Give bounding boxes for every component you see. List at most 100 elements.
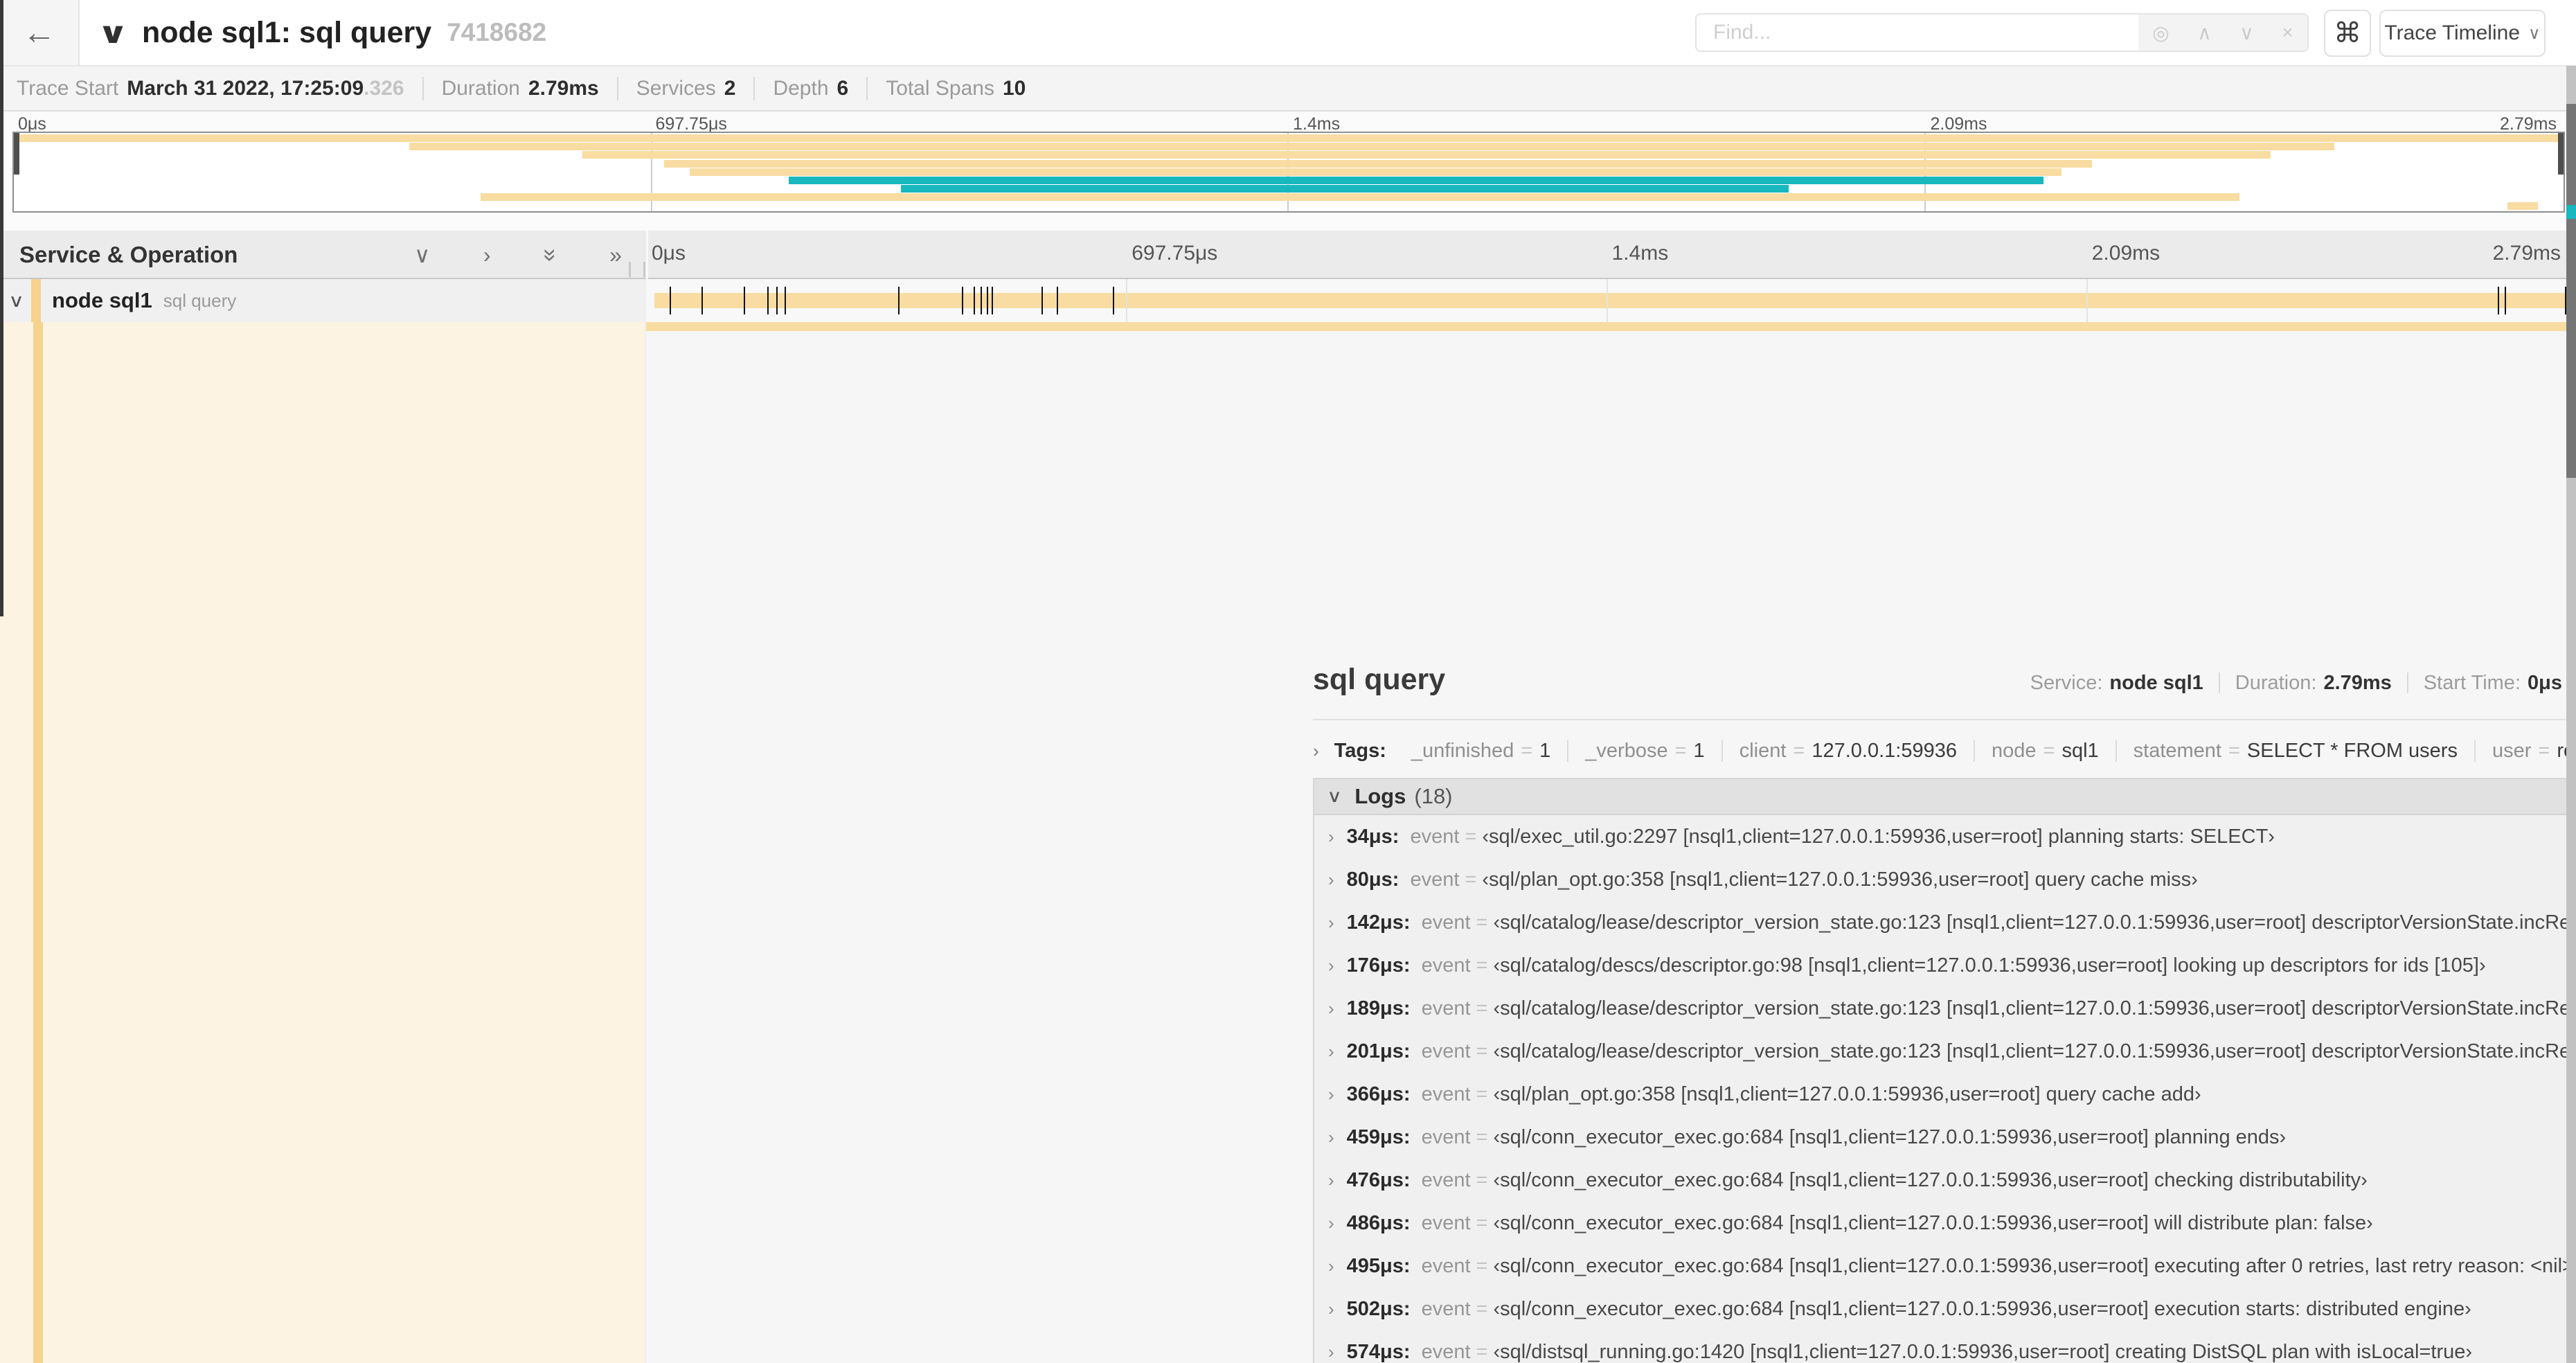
log-event-key: event (1421, 1040, 1471, 1062)
log-equals: = (1465, 868, 1477, 891)
log-row[interactable]: › 201μs: event = ‹sql/catalog/lease/descript… (1314, 1030, 2576, 1073)
log-timestamp: 189μs: (1346, 997, 1411, 1019)
clear-icon[interactable]: × (2282, 21, 2293, 44)
span-detail-accent-bar (646, 322, 2576, 331)
log-event-tick (1041, 287, 1043, 314)
back-button[interactable]: ← (0, 0, 80, 65)
depth-value: 6 (837, 76, 849, 100)
logs-title: Logs (1354, 784, 1406, 808)
log-equals: = (1476, 1168, 1488, 1191)
span-duration-bar[interactable] (654, 293, 2569, 308)
log-event-tick (962, 287, 964, 314)
trace-title: node sql1: sql query 7418682 (142, 0, 546, 65)
view-selector-button[interactable]: Trace Timeline ∨ (2379, 10, 2546, 57)
total-spans-label: Total Spans (886, 76, 994, 100)
log-row[interactable]: › 366μs: event = ‹sql/plan_opt.go:358 [nsql1… (1314, 1073, 2576, 1116)
log-event-tick (1057, 287, 1059, 314)
start-time-label: Start Time: (2423, 671, 2521, 694)
expand-all-icon[interactable]: » (609, 242, 622, 268)
duration-value: 2.79ms (528, 76, 599, 100)
log-equals: = (1476, 911, 1488, 934)
command-icon: ⌘ (2334, 18, 2361, 48)
tag-value: 127.0.0.1:59936 (1812, 739, 1957, 762)
log-event-tick (981, 287, 983, 314)
chevron-down-icon[interactable]: ∨ (8, 290, 24, 312)
tag-equals: = (1674, 739, 1687, 762)
ruler-tick-label: 2.09ms (2091, 242, 2161, 265)
expand-one-icon[interactable]: › (483, 242, 491, 268)
log-equals: = (1476, 1254, 1488, 1277)
minimap-span-bar (789, 177, 2043, 184)
minimap-viewport-left-handle[interactable] (14, 133, 19, 175)
log-row[interactable]: › 476μs: event = ‹sql/conn_executor_exec.go:… (1314, 1159, 2576, 1202)
find-input[interactable]: Find... (1695, 13, 2138, 52)
trace-stats-bar: Trace Start March 31 2022, 17:25:09.326 … (0, 66, 2576, 112)
log-row[interactable]: › 142μs: event = ‹sql/catalog/lease/descript… (1314, 901, 2576, 944)
tag-equals: = (1793, 739, 1805, 762)
collapse-one-icon[interactable]: ∨ (414, 242, 430, 268)
trace-collapse-chevron-icon[interactable]: ∨ (97, 0, 129, 65)
scrollbar-teal-mark (2566, 205, 2576, 219)
log-timestamp: 486μs: (1346, 1211, 1411, 1234)
collapse-all-icon[interactable]: » (537, 249, 564, 262)
log-row[interactable]: › 486μs: event = ‹sql/conn_executor_exec.go:… (1314, 1202, 2576, 1245)
log-row[interactable]: › 80μs: event = ‹sql/plan_opt.go:358 [nsql1,… (1314, 858, 2576, 901)
tags-row[interactable]: › Tags: _unfinished = 1 _verbose = 1 client = 12… (1313, 733, 2576, 769)
chevron-down-icon[interactable]: ∨ (2239, 21, 2254, 44)
chevron-down-icon: ∨ (1327, 787, 1343, 806)
log-row[interactable]: › 574μs: event = ‹sql/distsql_running.go:142… (1314, 1330, 2576, 1363)
log-event-key: event (1421, 1211, 1471, 1234)
keyboard-shortcuts-button[interactable]: ⌘ (2324, 10, 2371, 57)
chevron-up-icon[interactable]: ∧ (2197, 21, 2212, 44)
chevron-right-icon: › (1328, 1083, 1334, 1105)
log-event-tick (991, 287, 993, 314)
chevron-right-icon: › (1328, 997, 1334, 1019)
scrollbar-thumb[interactable] (2566, 104, 2576, 478)
minimap-viewport-right-handle[interactable] (2558, 133, 2564, 175)
span-row-label[interactable]: ∨ node sql1 sql query (0, 279, 646, 322)
span-detail-meta: Service: node sql1 Duration: 2.79ms Star… (2030, 663, 2562, 703)
log-event-key: event (1421, 1254, 1471, 1277)
chevron-right-icon: › (1328, 1040, 1334, 1062)
log-event-tick (669, 287, 671, 314)
column-resize-handle[interactable] (629, 262, 645, 277)
log-event-tick (986, 287, 988, 314)
minimap-canvas[interactable] (12, 132, 2565, 213)
tag-item: client = 127.0.0.1:59936 (1739, 740, 1957, 763)
log-message: ‹sql/catalog/lease/descriptor_version_st… (1493, 1040, 2576, 1062)
view-selector-label: Trace Timeline (2384, 21, 2521, 44)
timeline-ruler: 0μs 697.75μs 1.4ms 2.09ms 2.79ms (646, 231, 2566, 279)
tag-item: user=root (2492, 740, 2576, 763)
log-event-tick (897, 287, 900, 314)
divider (2406, 672, 2408, 693)
log-row[interactable]: › 189μs: event = ‹sql/catalog/lease/descript… (1314, 987, 2576, 1030)
log-event-key: event (1421, 1083, 1471, 1105)
log-row[interactable]: › 495μs: event = ‹sql/conn_executor_exec.go:… (1314, 1245, 2576, 1288)
log-event-tick (2497, 287, 2499, 314)
log-row[interactable]: › 502μs: event = ‹sql/conn_executor_exec.go:… (1314, 1288, 2576, 1330)
divider (1567, 740, 1569, 762)
log-row[interactable]: › 34μs: event = ‹sql/exec_util.go:2297 [nsql… (1314, 815, 2576, 858)
divider (866, 76, 868, 100)
tag-value: 1 (1693, 739, 1705, 762)
logs-list: › 34μs: event = ‹sql/exec_util.go:2297 [nsql… (1314, 815, 2576, 1363)
log-row[interactable]: › 459μs: event = ‹sql/conn_executor_exec.go:… (1314, 1116, 2576, 1159)
log-message: ‹sql/exec_util.go:2297 [nsql1,client=127… (1482, 825, 2275, 848)
log-event-key: event (1421, 997, 1471, 1019)
log-timestamp: 495μs: (1346, 1254, 1411, 1277)
log-equals: = (1476, 1083, 1488, 1105)
log-message: ‹sql/distsql_running.go:1420 [nsql1,clie… (1493, 1340, 2473, 1363)
log-message: ‹sql/conn_executor_exec.go:684 [nsql1,cl… (1493, 1168, 2368, 1191)
logs-header[interactable]: ∨ Logs (18) (1314, 779, 2576, 815)
span-row-timeline[interactable] (646, 279, 2576, 322)
trace-start-value: March 31 2022, 17:25:09.326 (127, 76, 404, 100)
chevron-right-icon: › (1328, 1341, 1334, 1362)
find-toolbar: ◎ ∧ ∨ × (2138, 13, 2309, 52)
logs-block: ∨ Logs (18) › 34μs: event = ‹sql/exec_util.g… (1313, 778, 2576, 1363)
services-value: 2 (724, 76, 736, 100)
tag-key: node (1991, 739, 2037, 762)
locate-icon[interactable]: ◎ (2152, 21, 2169, 44)
timeline-gridline (2086, 279, 2088, 322)
log-row[interactable]: › 176μs: event = ‹sql/catalog/descs/descript… (1314, 944, 2576, 987)
log-timestamp: 459μs: (1346, 1125, 1411, 1148)
